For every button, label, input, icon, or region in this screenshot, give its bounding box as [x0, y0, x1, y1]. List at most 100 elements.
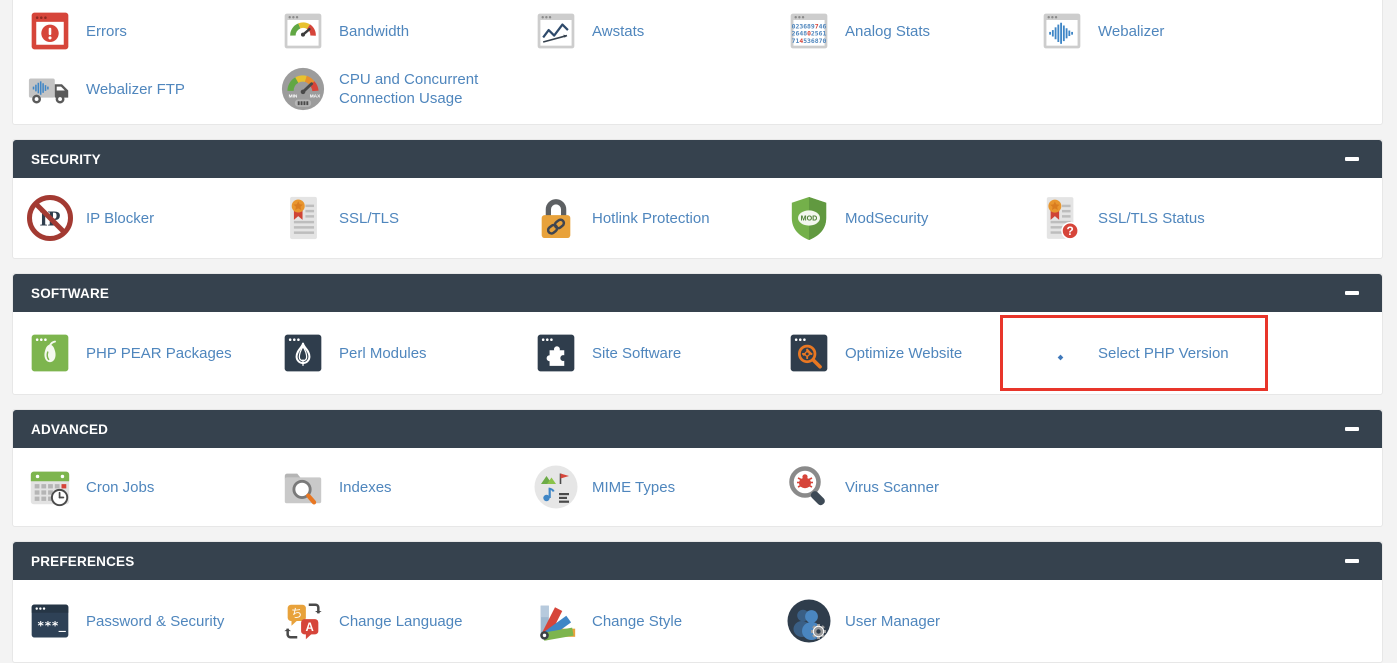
- item-label: User Manager: [845, 612, 940, 631]
- hotlink-protection-icon: [532, 192, 580, 244]
- change-style-icon: [532, 595, 580, 647]
- item-label: Errors: [86, 22, 127, 41]
- item-change-language[interactable]: ち A Change Language: [279, 580, 532, 662]
- section-preferences: PREFERENCES ***_ Password & Security ち A…: [12, 541, 1383, 663]
- password-security-icon: ***_: [26, 595, 74, 647]
- item-label: PHP PEAR Packages: [86, 344, 232, 363]
- item-label: Change Style: [592, 612, 682, 631]
- item-label: Site Software: [592, 344, 681, 363]
- section-software: SOFTWARE PHP PEAR Packages Perl Modules …: [12, 273, 1383, 395]
- item-webalizer[interactable]: Webalizer: [1038, 2, 1291, 60]
- user-manager-icon: [785, 595, 833, 647]
- mime-types-icon: [532, 461, 580, 513]
- section-body: Cron Jobs Indexes MIME Types Virus Scann…: [13, 448, 1382, 526]
- item-label: Webalizer: [1098, 22, 1164, 41]
- svg-text:MAX: MAX: [310, 94, 321, 100]
- minus-icon: [1345, 427, 1359, 431]
- item-select-php-version[interactable]: PHP Select PHP Version: [1038, 312, 1291, 394]
- item-awstats[interactable]: Awstats: [532, 2, 785, 60]
- section-title: SOFTWARE: [31, 286, 109, 301]
- item-label: Password & Security: [86, 612, 224, 631]
- item-label: Hotlink Protection: [592, 209, 710, 228]
- item-modsecurity[interactable]: MOD ModSecurity: [785, 178, 1038, 258]
- section-logs: Errors Bandwidth Awstats 023689746 26480…: [12, 0, 1383, 125]
- item-label: Analog Stats: [845, 22, 930, 41]
- item-ssl-tls-status[interactable]: ? SSL/TLS Status: [1038, 178, 1291, 258]
- change-language-icon: ち A: [279, 595, 327, 647]
- cpanel-home: Errors Bandwidth Awstats 023689746 26480…: [0, 0, 1397, 663]
- section-body: IP IP Blocker SSL/TLS Hotlink Protection…: [13, 178, 1382, 258]
- item-bandwidth[interactable]: Bandwidth: [279, 2, 532, 60]
- cpu-usage-icon: MIN MAX: [279, 63, 327, 115]
- svg-text:MOD: MOD: [801, 215, 818, 223]
- ip-blocker-icon: IP: [26, 192, 74, 244]
- virus-scanner-icon: [785, 461, 833, 513]
- svg-text:***_: ***_: [37, 619, 67, 634]
- item-webalizer-ftp[interactable]: Webalizer FTP: [26, 60, 279, 118]
- ssl-tls-status-icon: ?: [1038, 192, 1086, 244]
- minus-icon: [1345, 157, 1359, 161]
- errors-icon: [26, 5, 74, 57]
- awstats-icon: [532, 5, 580, 57]
- item-ssl-tls[interactable]: SSL/TLS: [279, 178, 532, 258]
- item-virus-scanner[interactable]: Virus Scanner: [785, 448, 1038, 526]
- item-label: Select PHP Version: [1098, 344, 1229, 363]
- webalizer-ftp-icon: [26, 63, 74, 115]
- item-change-style[interactable]: Change Style: [532, 580, 785, 662]
- section-body: ***_ Password & Security ち A Change Lang…: [13, 580, 1382, 662]
- collapse-section-button[interactable]: [1341, 287, 1363, 299]
- section-body: Errors Bandwidth Awstats 023689746 26480…: [13, 0, 1382, 124]
- item-user-manager[interactable]: User Manager: [785, 580, 1038, 662]
- item-label: Indexes: [339, 478, 392, 497]
- section-advanced: ADVANCED Cron Jobs Indexes MIME Types: [12, 409, 1383, 527]
- webalizer-icon: [1038, 5, 1086, 57]
- item-hotlink-protection[interactable]: Hotlink Protection: [532, 178, 785, 258]
- item-php-pear-packages[interactable]: PHP PEAR Packages: [26, 312, 279, 394]
- item-cron-jobs[interactable]: Cron Jobs: [26, 448, 279, 526]
- item-label: CPU and Concurrent Connection Usage: [339, 70, 517, 108]
- item-errors[interactable]: Errors: [26, 2, 279, 60]
- item-label: Change Language: [339, 612, 462, 631]
- collapse-section-button[interactable]: [1341, 423, 1363, 435]
- php-pear-icon: [26, 327, 74, 379]
- section-header: PREFERENCES: [13, 542, 1382, 580]
- bandwidth-icon: [279, 5, 327, 57]
- item-mime-types[interactable]: MIME Types: [532, 448, 785, 526]
- indexes-icon: [279, 461, 327, 513]
- item-cpu-and-concurrent-connection-usage[interactable]: MIN MAX CPU and Concurrent Connection Us…: [279, 60, 532, 118]
- section-title: SECURITY: [31, 152, 101, 167]
- item-label: Optimize Website: [845, 344, 962, 363]
- item-optimize-website[interactable]: Optimize Website: [785, 312, 1038, 394]
- item-site-software[interactable]: Site Software: [532, 312, 785, 394]
- item-password-security[interactable]: ***_ Password & Security: [26, 580, 279, 662]
- item-perl-modules[interactable]: Perl Modules: [279, 312, 532, 394]
- svg-text:?: ?: [1066, 224, 1073, 238]
- section-security: SECURITY IP IP Blocker SSL/TLS Hotlink P…: [12, 139, 1383, 259]
- perl-modules-icon: [279, 327, 327, 379]
- item-label: SSL/TLS: [339, 209, 399, 228]
- item-label: Virus Scanner: [845, 478, 939, 497]
- item-label: Bandwidth: [339, 22, 409, 41]
- item-ip-blocker[interactable]: IP IP Blocker: [26, 178, 279, 258]
- item-label: Awstats: [592, 22, 644, 41]
- svg-text:A: A: [306, 622, 314, 634]
- item-label: ModSecurity: [845, 209, 928, 228]
- section-title: ADVANCED: [31, 422, 108, 437]
- section-header: ADVANCED: [13, 410, 1382, 448]
- item-label: Cron Jobs: [86, 478, 154, 497]
- svg-text:ち: ち: [291, 606, 303, 620]
- item-label: Webalizer FTP: [86, 80, 185, 99]
- item-indexes[interactable]: Indexes: [279, 448, 532, 526]
- svg-text:PHP: PHP: [1055, 341, 1069, 348]
- section-body: PHP PEAR Packages Perl Modules Site Soft…: [13, 312, 1382, 394]
- item-analog-stats[interactable]: 023689746 264802561 714536870 Analog Sta…: [785, 2, 1038, 60]
- section-header: SECURITY: [13, 140, 1382, 178]
- optimize-website-icon: [785, 327, 833, 379]
- select-php-version-icon: PHP: [1038, 327, 1086, 379]
- ssl-tls-icon: [279, 192, 327, 244]
- collapse-section-button[interactable]: [1341, 555, 1363, 567]
- collapse-section-button[interactable]: [1341, 153, 1363, 165]
- minus-icon: [1345, 559, 1359, 563]
- modsecurity-icon: MOD: [785, 192, 833, 244]
- section-title: PREFERENCES: [31, 554, 134, 569]
